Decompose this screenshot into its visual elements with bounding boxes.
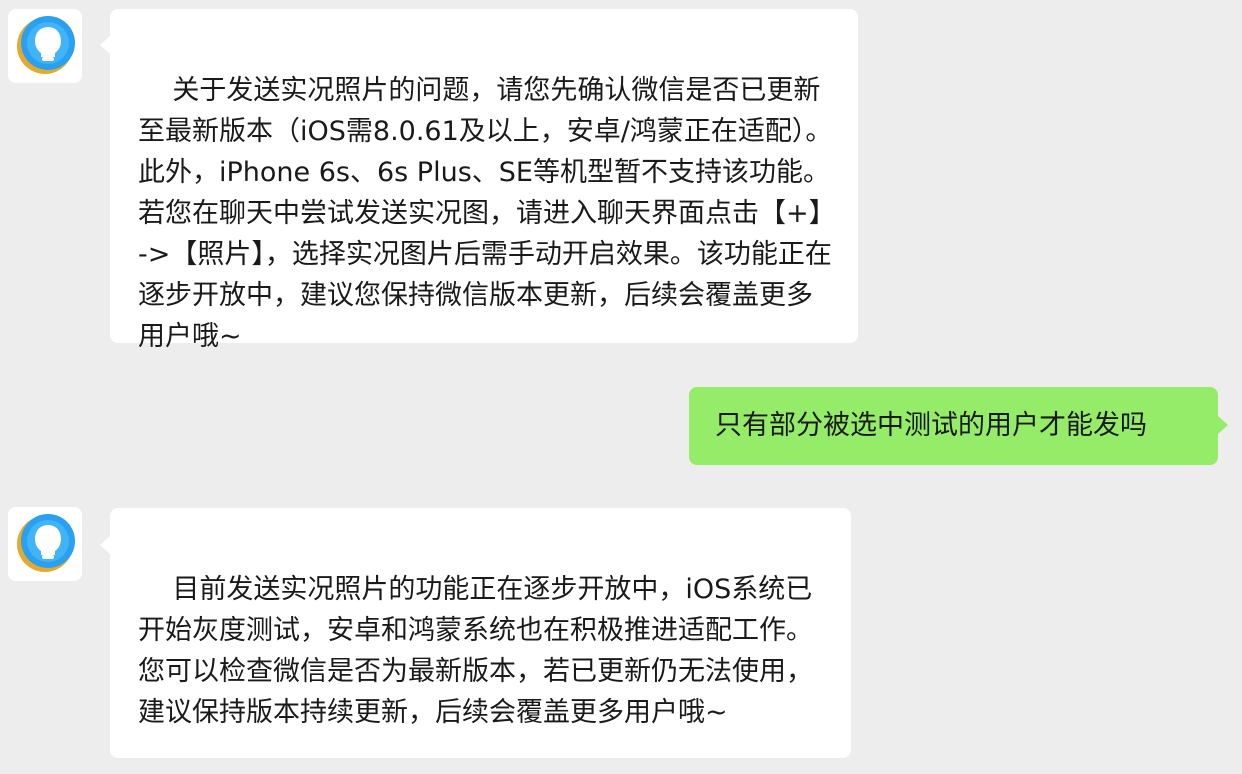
bubble-tail — [1218, 416, 1228, 434]
message-text: 目前发送实况照片的功能正在逐步开放中，iOS系统已开始灰度测试，安卓和鸿蒙系统也… — [138, 574, 813, 728]
incoming-message-bubble[interactable]: 目前发送实况照片的功能正在逐步开放中，iOS系统已开始灰度测试，安卓和鸿蒙系统也… — [110, 508, 851, 758]
message-text: 只有部分被选中测试的用户才能发吗 — [715, 410, 1147, 441]
bubble-tail — [100, 36, 110, 54]
customer-service-avatar-icon[interactable] — [8, 507, 82, 581]
outgoing-message-bubble[interactable]: 只有部分被选中测试的用户才能发吗 — [689, 387, 1218, 465]
incoming-message-bubble[interactable]: 关于发送实况照片的问题，请您先确认微信是否已更新至最新版本（iOS需8.0.61… — [110, 9, 858, 352]
chat-conversation: 关于发送实况照片的问题，请您先确认微信是否已更新至最新版本（iOS需8.0.61… — [0, 0, 1242, 758]
customer-service-avatar-icon[interactable] — [8, 9, 82, 83]
bubble-tail — [100, 536, 110, 554]
message-text: 关于发送实况照片的问题，请您先确认微信是否已更新至最新版本（iOS需8.0.61… — [138, 75, 833, 352]
